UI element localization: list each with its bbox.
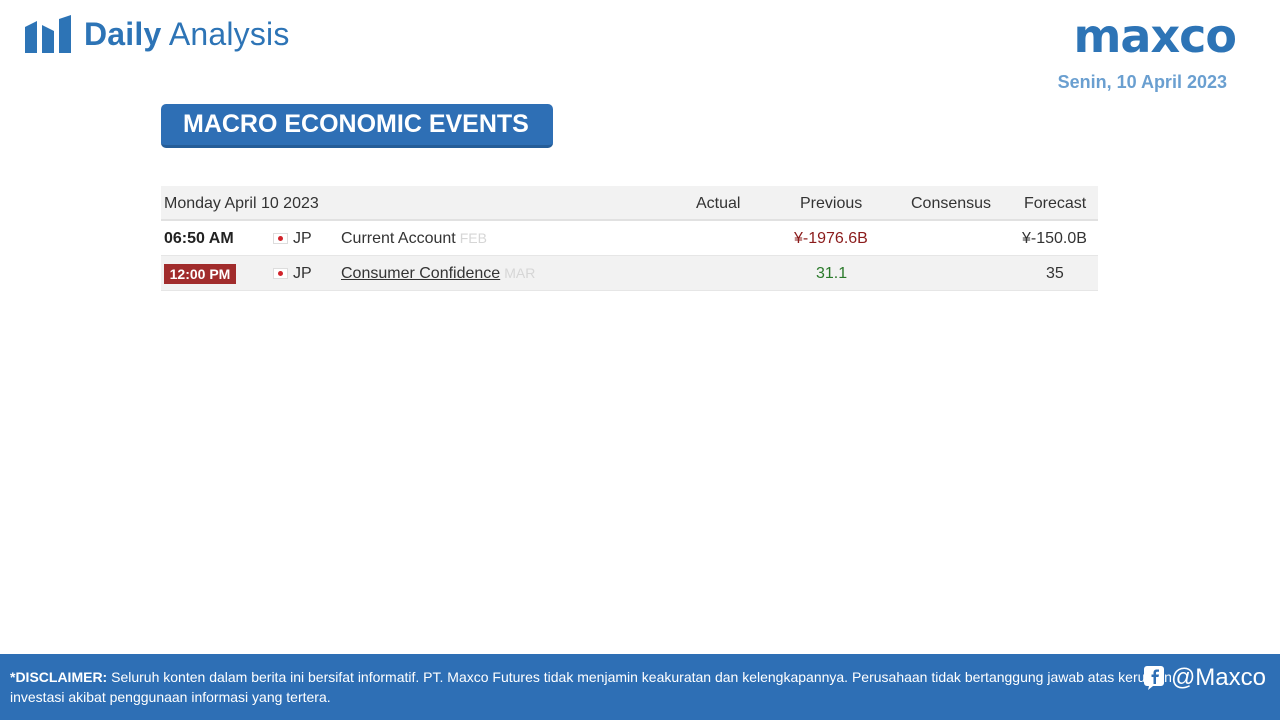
report-date: Senin, 10 April 2023 [1057,72,1227,92]
event-previous: ¥-1976.6B [794,230,868,247]
social-handle: @Maxco [1170,664,1266,691]
event-name-cell: Current Account FEB [341,221,487,256]
table-header-row: Monday April 10 2023 Actual Previous Con… [161,186,1098,221]
column-header-actual: Actual [696,195,741,212]
event-name: Current Account [341,230,456,247]
event-name-cell: Consumer Confidence MAR [341,256,535,291]
section-title: MACRO ECONOMIC EVENTS [161,104,553,148]
event-name-link[interactable]: Consumer Confidence [341,265,500,282]
disclaimer: *DISCLAIMER: Seluruh konten dalam berita… [10,667,1200,707]
table-row: 06:50 AM JP Current Account FEB ¥-1976.6B… [161,221,1098,256]
events-table: Monday April 10 2023 Actual Previous Con… [161,186,1098,291]
date-heading: Monday April 10 2023 [164,195,319,212]
event-period: MAR [504,265,536,281]
column-header-forecast: Forecast [1024,195,1087,212]
disclaimer-text: Seluruh konten dalam berita ini bersifat… [10,669,1172,705]
event-forecast: ¥-150.0B [1022,230,1087,247]
disclaimer-label: *DISCLAIMER: [10,669,108,685]
column-header-consensus: Consensus [911,195,992,212]
event-previous: 31.1 [816,265,848,282]
japan-flag-icon [273,233,288,244]
brand-title: Daily Analysis [84,14,290,54]
column-header-previous: Previous [800,195,863,212]
brand-title-bold: Daily [84,16,162,52]
event-period: FEB [459,230,487,246]
brand: Daily Analysis [25,14,290,54]
bar-chart-icon [25,15,71,53]
event-time-badge: 12:00 PM [164,264,236,284]
maxco-logo: maxco [1073,9,1237,63]
social-link[interactable]: @Maxco [1143,663,1266,693]
event-time: 06:50 AM [164,230,234,247]
footer: *DISCLAIMER: Seluruh konten dalam berita… [0,654,1280,720]
event-country: JP [293,265,312,282]
event-forecast: 35 [1046,265,1064,282]
event-country: JP [293,230,312,247]
japan-flag-icon [273,268,288,279]
brand-title-light: Analysis [168,16,290,52]
facebook-icon [1143,666,1164,690]
table-row: 12:00 PM JP Consumer Confidence MAR 31.1 … [161,256,1098,291]
